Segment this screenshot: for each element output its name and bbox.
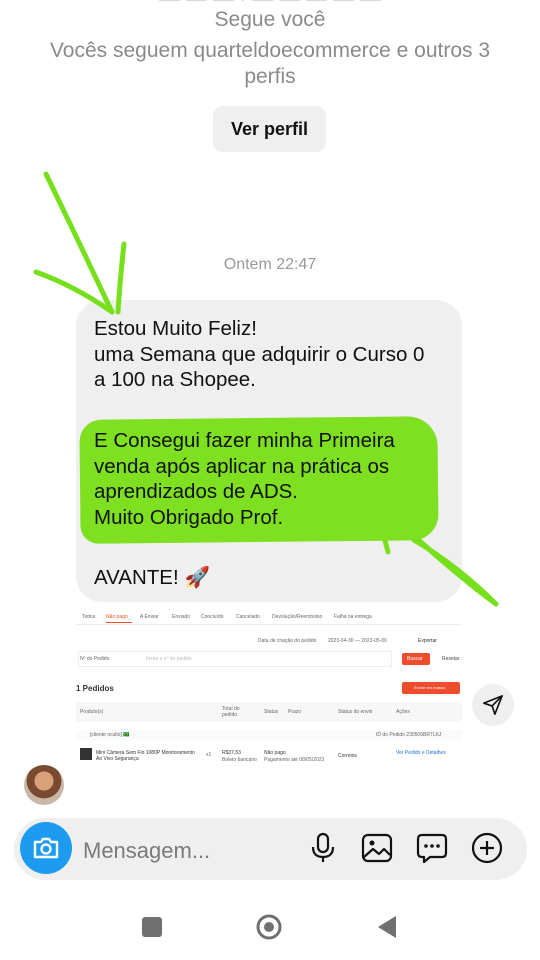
home-button[interactable] <box>255 913 283 946</box>
message-timestamp: Ontem 22:47 <box>223 256 317 273</box>
tab-concluido: Concluído <box>201 614 224 620</box>
col-actions: Ações <box>396 709 410 715</box>
product-name: Mini Câmera Sem Fio 1080P Monitoramento … <box>96 750 195 762</box>
active-tab-underline <box>106 622 132 623</box>
follows-you-text: Segue você <box>214 8 326 31</box>
tab-nao-pago: Não pago <box>106 614 128 620</box>
microphone-button[interactable] <box>306 831 340 865</box>
tab-devolucao: Devolução/Reembolso <box>272 614 323 620</box>
col-deadline: Prazo <box>288 709 302 715</box>
date-filter-label: Data de criação do pedido <box>258 638 317 644</box>
rocket-emoji: 🚀 <box>184 566 211 589</box>
add-button[interactable] <box>470 831 504 865</box>
product-quantity: x1 <box>206 752 212 758</box>
home-circle-icon <box>256 914 282 940</box>
message-input[interactable]: Mensagem... <box>83 838 210 864</box>
col-status: Status <box>264 709 279 715</box>
order-status: Não pago <box>264 750 286 756</box>
tab-cancelado: Cancelado <box>236 614 260 620</box>
col-products: Produto(s) <box>80 709 104 715</box>
date-range-field: 2023-04-30 — 2023-05-06 <box>328 638 387 644</box>
back-triangle-icon <box>378 916 396 938</box>
attached-order-screenshot[interactable]: Todos Não pago A Enviar Enviado Concluíd… <box>76 604 462 780</box>
sticker-button[interactable] <box>415 831 449 865</box>
top-arrow-shaft <box>43 171 115 315</box>
export-button: Exportar <box>418 638 437 644</box>
order-total: R$37,53 <box>222 750 241 756</box>
product-thumbnail <box>80 748 92 760</box>
microphone-icon <box>311 832 335 862</box>
avante-text: AVANTE! <box>94 566 179 589</box>
search-field-select: Nº do Pedido <box>80 656 110 662</box>
order-details-link: Ver Pedido e Detalhes <box>396 750 446 756</box>
view-profile-button[interactable]: Ver perfil <box>213 106 326 152</box>
order-id: ID do Pedido 230506BR7LKJ <box>376 732 442 738</box>
mutual-followers-text: Vocês seguem quarteldoecommerce e outros… <box>49 39 491 88</box>
share-button[interactable] <box>472 684 514 726</box>
order-search-box <box>78 651 392 667</box>
col-shipping: Status do envio <box>338 709 373 715</box>
gallery-button[interactable] <box>360 831 394 865</box>
plus-circle-icon <box>471 832 503 864</box>
reset-button: Resetar <box>442 656 460 662</box>
recent-apps-button[interactable] <box>142 917 162 937</box>
bulk-ship-label: Enviar em massa <box>414 685 445 690</box>
tab-a-enviar: A Enviar <box>140 614 159 620</box>
tab-todos: Todos <box>82 614 96 620</box>
message-text-highlighted: E Consegui fazer minha Primeira venda ap… <box>94 429 395 529</box>
payment-deadline: Pagamento até 08/05/2023 <box>264 757 325 763</box>
orders-count-title: 1 Pedidos <box>76 684 114 693</box>
shipping-carrier: Correios <box>338 753 357 759</box>
camera-icon <box>33 837 59 859</box>
message-text-intro: Estou Muito Feliz! uma Semana que adquir… <box>94 317 425 391</box>
tab-enviado: Enviado <box>172 614 191 620</box>
back-button[interactable] <box>376 914 398 945</box>
search-input: Insira o nº do pedido <box>146 656 192 662</box>
sticker-chat-icon <box>416 833 448 864</box>
payment-method: Boleto bancário <box>222 757 257 763</box>
sender-avatar[interactable] <box>24 765 64 805</box>
order-user: [cliente oculto] 🇧🇷 <box>90 732 130 738</box>
camera-button[interactable] <box>20 822 72 874</box>
tab-falha-entrega: Falha na entrega <box>334 614 372 620</box>
gallery-icon <box>361 833 393 863</box>
search-button-label: Buscar <box>407 656 423 662</box>
col-total: Total do pedido <box>222 706 240 718</box>
send-icon <box>483 695 503 715</box>
tabs-divider <box>76 624 462 625</box>
message-text-closing: AVANTE! 🚀 <box>94 565 210 591</box>
